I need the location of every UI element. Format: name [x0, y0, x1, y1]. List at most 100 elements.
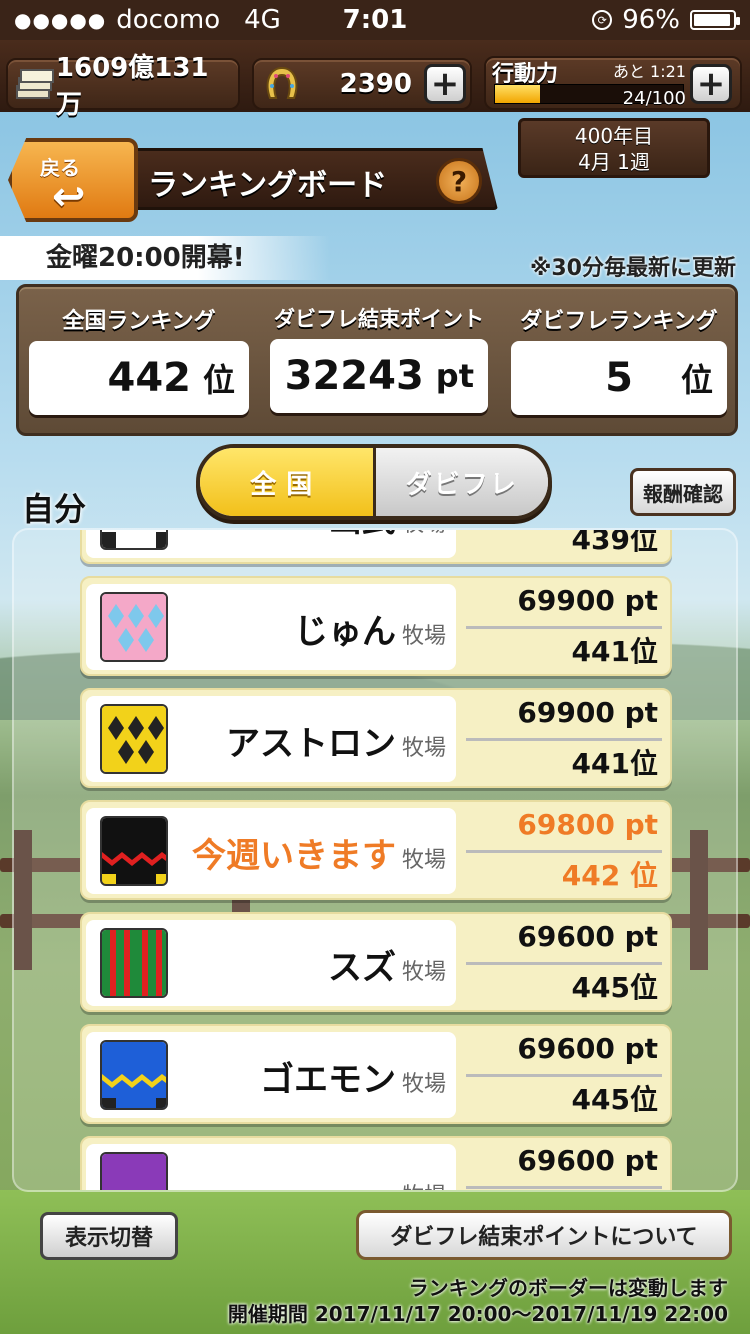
points-info-button[interactable]: ダビフレ結束ポイントについて: [356, 1210, 732, 1260]
ranking-row[interactable]: ゴエモン 牧場 69600 pt 445位: [80, 1024, 672, 1124]
row-rank: 441位: [571, 747, 658, 780]
help-button[interactable]: ?: [436, 158, 482, 204]
points-column: ダビフレ結束ポイント 32243 pt: [270, 303, 488, 413]
row-points: 69600 pt: [517, 1144, 658, 1177]
action-power-fill: [495, 85, 541, 103]
farm-suffix: 牧場: [402, 1178, 446, 1190]
row-name-box: 山武牧場: [86, 530, 456, 558]
jockey-silk-icon: [100, 704, 168, 774]
farm-name: 山武: [328, 530, 396, 541]
ranking-row[interactable]: じゅん 牧場 69900 pt 441位: [80, 576, 672, 676]
farm-suffix: 牧場: [401, 736, 446, 761]
national-rank-value: 442: [107, 355, 191, 401]
points-unit: pt: [435, 357, 474, 395]
farm-name: スズ: [328, 948, 396, 988]
jockey-silk-icon: [100, 530, 168, 550]
tab-national[interactable]: 全国: [200, 448, 373, 516]
farm-suffix: 牧場: [401, 848, 446, 873]
game-week: 4月 1週: [578, 150, 650, 174]
jockey-silk-icon: [100, 1152, 168, 1190]
points-box: 32243 pt: [270, 339, 488, 413]
carrier-label: docomo: [116, 5, 221, 35]
national-rank-box: 442 位: [29, 341, 249, 415]
row-name-box: じゅん 牧場: [86, 584, 456, 670]
row-rank: 439位: [571, 528, 658, 556]
friends-rank-value: 5: [605, 355, 633, 401]
self-label[interactable]: 自分: [22, 484, 86, 530]
network-label: 4G: [244, 5, 281, 35]
add-horseshoe-button[interactable]: +: [424, 64, 466, 104]
friends-rank-unit: 位: [680, 361, 713, 399]
signal-icon: ●●●●●: [14, 8, 107, 32]
row-points: 69800 pt: [517, 808, 658, 841]
national-rank-label: 全国ランキング: [62, 309, 216, 334]
row-divider: [466, 962, 662, 965]
row-rank: 445位: [571, 971, 658, 1004]
row-name-box: スズ 牧場: [86, 920, 456, 1006]
farm-name: アストロン: [226, 724, 396, 764]
game-year: 400年目: [574, 124, 654, 148]
row-name-box: 今週いきます 牧場: [86, 808, 456, 894]
row-points: 69600 pt: [517, 920, 658, 953]
update-note: ※30分毎最新に更新: [529, 256, 736, 281]
ranking-summary-panel: 全国ランキング 442 位 ダビフレ結束ポイント 32243 pt ダビフレラン…: [16, 284, 738, 436]
event-period: 開催期間 2017/11/17 20:00～2017/11/19 22:00: [227, 1302, 728, 1326]
row-divider: [466, 1186, 662, 1189]
money-value: 1609億131万: [55, 53, 209, 120]
row-points: 69900 pt: [517, 584, 658, 617]
farm-name: 今週いきます: [192, 836, 396, 876]
reward-check-button[interactable]: 報酬確認: [630, 468, 736, 516]
friends-rank-column: ダビフレランキング 5 位: [511, 303, 727, 415]
points-label: ダビフレ結束ポイント: [274, 307, 484, 331]
jockey-silk-icon: [100, 1040, 168, 1110]
action-recovery-timer: あと 1:21: [612, 62, 686, 81]
ranking-row[interactable]: スズ 牧場 69600 pt 445位: [80, 912, 672, 1012]
own-farm-row[interactable]: 今週いきます 牧場 69800 pt 442 位: [80, 800, 672, 900]
battery-fill: [694, 14, 731, 26]
row-divider: [466, 850, 662, 853]
row-points: 69900 pt: [517, 696, 658, 729]
battery-icon: [690, 10, 740, 30]
ranking-list[interactable]: 山武牧場439位じゅん牧場69900 pt441位アストロン牧場69900 pt…: [12, 528, 738, 1192]
row-name-box: アストロン 牧場: [86, 696, 456, 782]
horseshoe-value: 2390: [339, 69, 412, 99]
action-power-box: 行動力 あと 1:21 24/100 +: [484, 56, 742, 110]
farm-suffix: 牧場: [401, 624, 446, 649]
row-divider: [466, 626, 662, 629]
national-rank-column: 全国ランキング 442 位: [29, 303, 249, 415]
row-divider: [466, 738, 662, 741]
row-rank: 445位: [571, 1083, 658, 1116]
money-stack-icon: [14, 64, 56, 104]
display-switch-button[interactable]: 表示切替: [40, 1212, 178, 1260]
farm-suffix: 牧場: [401, 960, 446, 985]
horseshoe-box: 2390 +: [252, 58, 472, 110]
page-title: ランキングボード: [148, 168, 388, 203]
row-rank: 441位: [571, 635, 658, 668]
add-action-power-button[interactable]: +: [690, 64, 732, 104]
ranking-row[interactable]: 牧場 69600 pt: [80, 1136, 672, 1190]
row-points: 69600 pt: [517, 1032, 658, 1065]
tab-friends[interactable]: ダビフレ: [372, 448, 548, 516]
border-note: ランキングのボーダーは変動します: [408, 1276, 728, 1300]
ranking-tabs: 全国 ダビフレ: [196, 444, 552, 520]
jockey-silk-icon: [100, 928, 168, 998]
back-arrow-icon[interactable]: ↩: [52, 174, 86, 220]
friends-rank-box: 5 位: [511, 341, 727, 415]
ranking-row[interactable]: アストロン 牧場 69900 pt 441位: [80, 688, 672, 788]
row-rank: 442 位: [561, 859, 658, 892]
row-name-box: ゴエモン 牧場: [86, 1032, 456, 1118]
rotation-lock-icon: ⟳: [592, 10, 613, 30]
money-box: 1609億131万: [6, 53, 240, 120]
friends-rank-label: ダビフレランキング: [520, 309, 718, 334]
ranking-row[interactable]: 山武牧場 439位: [80, 528, 672, 564]
action-power-count: 24/100: [622, 88, 686, 109]
row-name-box: 牧場: [86, 1144, 456, 1190]
farm-name: ゴエモン: [260, 1060, 396, 1100]
battery-percent: 96%: [622, 5, 680, 35]
game-date-plate: 400年目 4月 1週: [518, 118, 710, 178]
row-divider: [466, 1074, 662, 1077]
farm-name: じゅん: [294, 612, 396, 652]
jockey-silk-icon: [100, 592, 168, 662]
farm-suffix: 牧場: [401, 1072, 446, 1097]
horseshoe-icon: [260, 64, 304, 104]
